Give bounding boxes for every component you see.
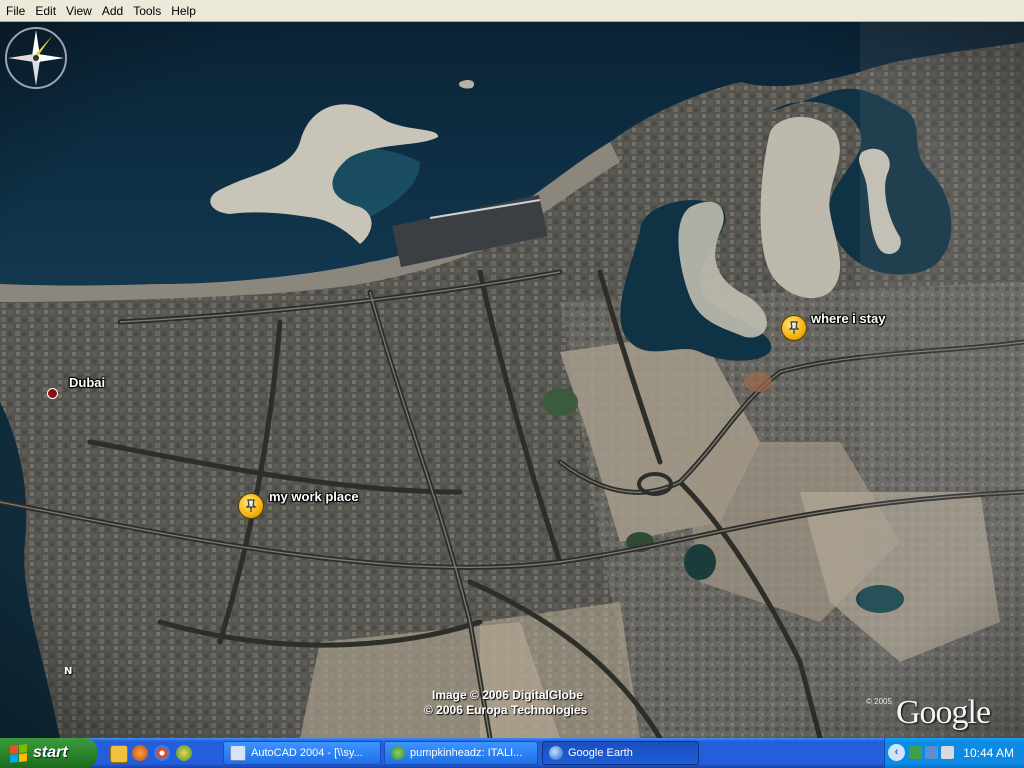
menu-view[interactable]: View xyxy=(61,0,97,22)
menu-file[interactable]: File xyxy=(0,0,30,22)
copyright-line-2: © 2006 Europa Technologies xyxy=(424,703,588,717)
menu-tools[interactable]: Tools xyxy=(128,0,166,22)
task-autocad-label: AutoCAD 2004 - [\\sy... xyxy=(251,747,363,759)
satellite-imagery xyxy=(0,22,1024,738)
show-desktop-icon[interactable] xyxy=(110,745,128,763)
volume-tray-icon[interactable] xyxy=(941,746,954,759)
compass-north-label: N xyxy=(64,666,73,677)
work-place-label[interactable]: my work place xyxy=(269,489,359,504)
menu-help[interactable]: Help xyxy=(166,0,201,22)
messenger-icon xyxy=(391,746,405,760)
clock[interactable]: 10:44 AM xyxy=(963,738,1014,768)
pushpin-icon-work[interactable] xyxy=(238,493,264,519)
firefox-icon[interactable] xyxy=(132,745,148,761)
imagery-copyright: Image © 2006 DigitalGlobe © 2006 Europa … xyxy=(424,688,587,718)
task-google-earth[interactable]: Google Earth xyxy=(542,741,699,765)
show-hidden-icons-chevron-icon[interactable]: ‹ xyxy=(888,744,905,761)
menu-add[interactable]: Add xyxy=(97,0,128,22)
menu-edit[interactable]: Edit xyxy=(30,0,61,22)
menu-bar: File Edit View Add Tools Help xyxy=(0,0,1024,22)
compass-rose-icon[interactable] xyxy=(0,22,72,94)
media-player-icon[interactable] xyxy=(154,745,170,761)
pushpin-icon-stay[interactable] xyxy=(781,315,807,341)
task-messenger-label: pumpkinheadz: ITALI... xyxy=(410,747,523,759)
dubai-label[interactable]: Dubai xyxy=(69,375,105,390)
autocad-icon xyxy=(230,745,246,761)
copyright-year: © 2005 xyxy=(866,697,892,706)
dubai-placemark-icon[interactable] xyxy=(47,388,58,399)
windows-taskbar: start AutoCAD 2004 - [\\sy... pumpkinhea… xyxy=(0,738,1024,768)
earth-map-view[interactable]: Dubai my work place where i stay N Image… xyxy=(0,22,1024,738)
start-label: start xyxy=(33,744,68,761)
security-tray-icon[interactable] xyxy=(909,746,922,759)
task-google-earth-label: Google Earth xyxy=(568,747,633,759)
task-messenger[interactable]: pumpkinheadz: ITALI... xyxy=(384,741,538,765)
network-tray-icon[interactable] xyxy=(925,746,938,759)
google-logo: Google xyxy=(896,694,991,731)
where-i-stay-label[interactable]: where i stay xyxy=(811,311,885,326)
copyright-line-1: Image © 2006 DigitalGlobe xyxy=(432,688,583,702)
google-earth-icon xyxy=(549,746,563,760)
system-tray: ‹ 10:44 AM xyxy=(884,738,1024,768)
task-autocad[interactable]: AutoCAD 2004 - [\\sy... xyxy=(223,741,381,765)
windows-logo-icon xyxy=(10,743,27,763)
start-button[interactable]: start xyxy=(0,738,97,768)
messenger-quicklaunch-icon[interactable] xyxy=(176,745,192,761)
